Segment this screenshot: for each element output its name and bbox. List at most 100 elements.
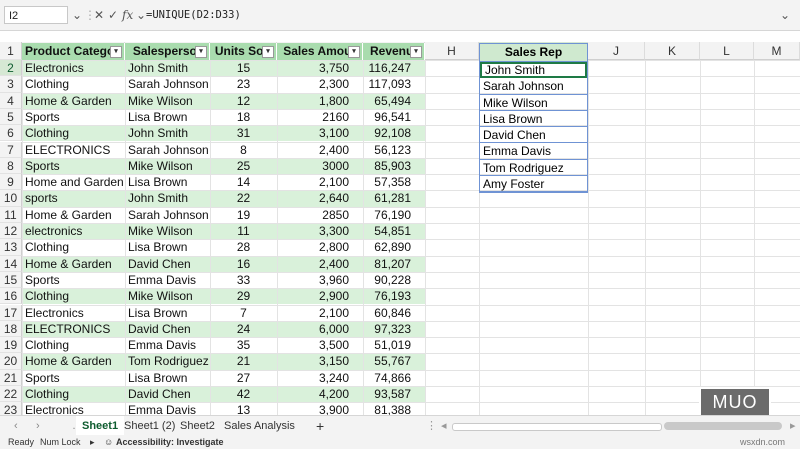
table-cell[interactable]: 2160 [277, 109, 363, 125]
table-cell[interactable]: Home & Garden [22, 353, 125, 369]
table-cell[interactable]: David Chen [125, 321, 210, 337]
table-cell[interactable]: 3,300 [277, 223, 363, 239]
row-header-17[interactable]: 17 [0, 304, 22, 321]
sales-rep-cell[interactable]: Tom Rodriguez [480, 160, 587, 177]
sales-rep-header[interactable]: Sales Rep [480, 44, 587, 62]
table-cell[interactable]: John Smith [125, 60, 210, 76]
table-cell[interactable]: 42 [210, 386, 277, 402]
table-cell[interactable]: 90,228 [363, 272, 425, 288]
row-header-8[interactable]: 8 [0, 157, 22, 175]
column-header-k[interactable]: K [645, 42, 700, 60]
row-header-9[interactable]: 9 [0, 174, 22, 191]
table-cell[interactable]: Lisa Brown [125, 109, 210, 125]
table-cell[interactable]: 2850 [277, 207, 363, 223]
table-cell[interactable]: 35 [210, 337, 277, 353]
scrollbar-thumb[interactable] [664, 422, 782, 430]
table-cell[interactable]: Home and Garden [22, 174, 125, 190]
table-cell[interactable]: 117,093 [363, 76, 425, 92]
row-header-7[interactable]: 7 [0, 141, 22, 158]
sales-rep-cell[interactable]: Sarah Johnson [480, 78, 587, 95]
table-cell[interactable]: 22 [210, 190, 277, 206]
row-header-15[interactable]: 15 [0, 271, 22, 289]
table-cell[interactable]: Sports [22, 370, 125, 386]
table-cell[interactable]: Lisa Brown [125, 239, 210, 255]
table-cell[interactable]: 25 [210, 158, 277, 174]
table-cell[interactable]: 3000 [277, 158, 363, 174]
row-header-19[interactable]: 19 [0, 337, 22, 354]
table-cell[interactable]: 2,400 [277, 142, 363, 158]
table-cell[interactable]: Mike Wilson [125, 93, 210, 109]
column-header-m[interactable]: M [754, 42, 800, 60]
filter-dropdown-icon[interactable]: ▾ [110, 46, 122, 58]
sales-rep-cell[interactable]: Lisa Brown [480, 111, 587, 128]
table-cell[interactable]: 11 [210, 223, 277, 239]
table-header-cell[interactable]: Sales Amoun ▾ [277, 43, 363, 60]
cancel-icon[interactable]: ✕ [94, 6, 104, 24]
table-cell[interactable]: Clothing [22, 386, 125, 402]
table-cell[interactable]: Clothing [22, 288, 125, 304]
table-cell[interactable]: Clothing [22, 239, 125, 255]
table-cell[interactable]: 27 [210, 370, 277, 386]
table-cell[interactable]: 57,358 [363, 174, 425, 190]
table-cell[interactable]: Mike Wilson [125, 223, 210, 239]
scroll-left-h-icon[interactable]: ◂ [435, 416, 453, 436]
table-cell[interactable]: Lisa Brown [125, 305, 210, 321]
table-cell[interactable]: 12 [210, 93, 277, 109]
table-cell[interactable]: 33 [210, 272, 277, 288]
table-cell[interactable]: Lisa Brown [125, 370, 210, 386]
table-cell[interactable]: 116,247 [363, 60, 425, 76]
table-cell[interactable]: Sarah Johnson [125, 76, 210, 92]
filter-dropdown-icon[interactable]: ▾ [410, 46, 422, 58]
row-header-20[interactable]: 20 [0, 353, 22, 370]
table-header-cell[interactable]: Units Sold ▾ [210, 43, 277, 60]
row-header-11[interactable]: 11 [0, 206, 22, 223]
table-cell[interactable]: Lisa Brown [125, 174, 210, 190]
table-cell[interactable]: Clothing [22, 125, 125, 141]
table-cell[interactable]: David Chen [125, 256, 210, 272]
row-header-2[interactable]: 2 [0, 60, 22, 77]
table-cell[interactable]: 18 [210, 109, 277, 125]
table-cell[interactable]: 3,100 [277, 125, 363, 141]
table-cell[interactable]: 2,640 [277, 190, 363, 206]
row-header-16[interactable]: 16 [0, 288, 22, 305]
table-cell[interactable]: Sports [22, 109, 125, 125]
table-cell[interactable]: John Smith [125, 125, 210, 141]
sales-rep-cell[interactable]: John Smith [480, 62, 587, 79]
table-cell[interactable]: 65,494 [363, 93, 425, 109]
table-cell[interactable]: 14 [210, 174, 277, 190]
table-cell[interactable]: 21 [210, 353, 277, 369]
table-cell[interactable]: 29 [210, 288, 277, 304]
table-cell[interactable]: 3,240 [277, 370, 363, 386]
table-cell[interactable]: Home & Garden [22, 93, 125, 109]
table-cell[interactable]: John Smith [125, 190, 210, 206]
table-cell[interactable]: 3,960 [277, 272, 363, 288]
table-cell[interactable]: 93,587 [363, 386, 425, 402]
table-cell[interactable]: 3,150 [277, 353, 363, 369]
table-cell[interactable]: 16 [210, 256, 277, 272]
table-cell[interactable]: 23 [210, 76, 277, 92]
table-cell[interactable]: 2,800 [277, 239, 363, 255]
table-cell[interactable]: Sports [22, 158, 125, 174]
table-cell[interactable]: 56,123 [363, 142, 425, 158]
confirm-icon[interactable]: ✓ [108, 6, 118, 24]
name-box[interactable]: I2 [4, 6, 68, 24]
table-cell[interactable]: 24 [210, 321, 277, 337]
table-cell[interactable]: 97,323 [363, 321, 425, 337]
table-cell[interactable]: 81,207 [363, 256, 425, 272]
table-cell[interactable]: 76,190 [363, 207, 425, 223]
filter-dropdown-icon[interactable]: ▾ [348, 46, 360, 58]
column-header-h[interactable]: H [425, 42, 479, 60]
accessibility-status[interactable]: Accessibility: Investigate [116, 435, 224, 449]
sales-rep-cell[interactable]: Amy Foster [480, 176, 587, 193]
table-cell[interactable]: 15 [210, 60, 277, 76]
sales-rep-cell[interactable]: Emma Davis [480, 143, 587, 160]
table-cell[interactable]: sports [22, 190, 125, 206]
row-header-4[interactable]: 4 [0, 92, 22, 109]
table-cell[interactable]: Mike Wilson [125, 158, 210, 174]
row-header-22[interactable]: 22 [0, 386, 22, 403]
table-cell[interactable]: 54,851 [363, 223, 425, 239]
table-cell[interactable]: Electronics [22, 60, 125, 76]
table-cell[interactable]: Sarah Johnson [125, 207, 210, 223]
row-header-3[interactable]: 3 [0, 76, 22, 93]
tab-sales-analysis[interactable]: Sales Analysis [218, 416, 301, 436]
